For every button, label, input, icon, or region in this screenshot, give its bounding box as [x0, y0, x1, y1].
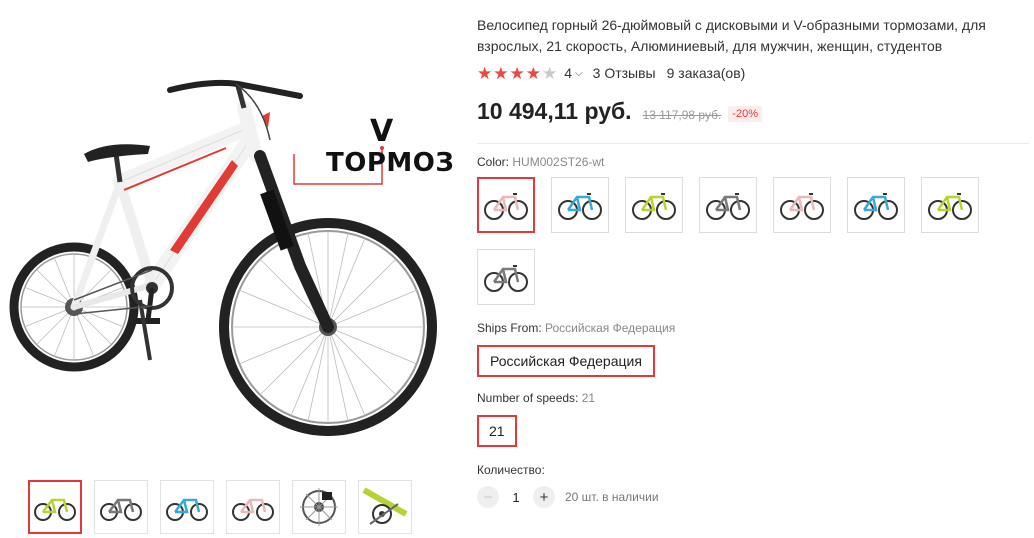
- star-icon: ★: [509, 63, 525, 83]
- thumbnail-bike-icon: [166, 498, 208, 521]
- swatch-bike-icon: [928, 193, 972, 220]
- product-info: Велосипед горный 26-дюймовый с дисковыми…: [477, 0, 1029, 508]
- swatch-bike-icon: [854, 193, 898, 220]
- swatch-bike-icon: [780, 193, 824, 220]
- rating-row: ★ ★ ★ ★ ★ 4 ⌵ 3 Отзывы 9 заказа(ов): [477, 62, 1029, 84]
- star-icon: ★: [525, 63, 541, 83]
- disc-brake-icon: [300, 488, 338, 526]
- color-swatch-grey[interactable]: [699, 177, 757, 233]
- discount-badge: -20%: [728, 106, 762, 122]
- star-icon: ★: [493, 63, 509, 83]
- color-swatches: [477, 177, 997, 305]
- swatch-bike-icon: [484, 193, 528, 220]
- swatch-bike-icon: [558, 193, 602, 220]
- stock-availability: 20 шт. в наличии: [565, 490, 659, 504]
- speeds-option-21[interactable]: 21: [477, 415, 517, 447]
- current-price: 10 494,11 руб.: [477, 98, 632, 124]
- speeds-label: Number of speeds:: [477, 391, 579, 405]
- thumbnail-white-bike[interactable]: [226, 480, 280, 534]
- reviews-link[interactable]: 3 Отзывы: [593, 65, 656, 81]
- ships-from-property-label: Ships From: Российская Федерация: [477, 321, 1029, 335]
- thumbnail-bike-icon: [100, 498, 142, 521]
- quantity-label: Количество:: [477, 463, 545, 477]
- swatch-bike-icon: [706, 193, 750, 220]
- color-swatch-lime[interactable]: [625, 177, 683, 233]
- thumbnail-grey-bike[interactable]: [94, 480, 148, 534]
- main-product-image[interactable]: V ТОРМОЗ: [0, 30, 460, 460]
- quantity-decrease-button[interactable]: −: [477, 486, 499, 508]
- thumbnail-disc-brake-closeup[interactable]: [292, 480, 346, 534]
- color-swatch-lime-v[interactable]: [921, 177, 979, 233]
- quantity-input[interactable]: 1: [499, 490, 533, 505]
- quantity-stepper: − 1 + 20 шт. в наличии: [477, 486, 1029, 508]
- thumbnail-derailleur-closeup[interactable]: [358, 480, 412, 534]
- thumbnail-bike-icon: [232, 498, 274, 521]
- thumbnail-blue-bike[interactable]: [160, 480, 214, 534]
- chevron-down-icon[interactable]: ⌵: [575, 68, 583, 79]
- star-icon: ★: [542, 63, 558, 83]
- rating-stars: ★ ★ ★ ★ ★: [477, 65, 557, 82]
- bike-illustration: [9, 79, 437, 436]
- derailleur-icon: [362, 487, 408, 525]
- orders-count: 9 заказа(ов): [666, 65, 746, 81]
- color-swatch-grey-v[interactable]: [477, 249, 535, 305]
- thumbnail-bike-icon: [34, 498, 76, 521]
- price-row: 10 494,11 руб. 13 117,98 руб. -20%: [477, 98, 1029, 130]
- color-swatch-white[interactable]: [477, 177, 535, 233]
- color-selected-value: HUM002ST26-wt: [512, 155, 605, 169]
- old-price: 13 117,98 руб.: [642, 108, 722, 122]
- overlay-brake-text: ТОРМОЗ: [326, 148, 455, 178]
- product-gallery: V ТОРМОЗ: [0, 0, 460, 538]
- quantity-increase-button[interactable]: +: [533, 486, 555, 508]
- ships-from-option-russia[interactable]: Российская Федерация: [477, 345, 655, 377]
- color-property-label: Color: HUM002ST26-wt: [477, 155, 1029, 169]
- ships-from-selected-value: Российская Федерация: [545, 321, 676, 335]
- divider: [477, 143, 1029, 144]
- color-label: Color:: [477, 155, 510, 169]
- speeds-selected-value: 21: [581, 391, 596, 405]
- overlay-v-letter: V: [370, 114, 394, 149]
- color-swatch-blue-v[interactable]: [847, 177, 905, 233]
- swatch-bike-icon: [484, 265, 528, 292]
- color-swatch-white-v[interactable]: [773, 177, 831, 233]
- swatch-bike-icon: [632, 193, 676, 220]
- speeds-property-label: Number of speeds: 21: [477, 391, 1029, 405]
- product-title: Велосипед горный 26-дюймовый с дисковыми…: [477, 17, 986, 54]
- rating-value: 4: [564, 65, 573, 81]
- thumbnail-strip: [28, 480, 412, 534]
- thumbnail-lime-bike[interactable]: [28, 480, 82, 534]
- color-swatch-blue[interactable]: [551, 177, 609, 233]
- ships-from-label: Ships From:: [477, 321, 542, 335]
- star-icon: ★: [477, 63, 493, 83]
